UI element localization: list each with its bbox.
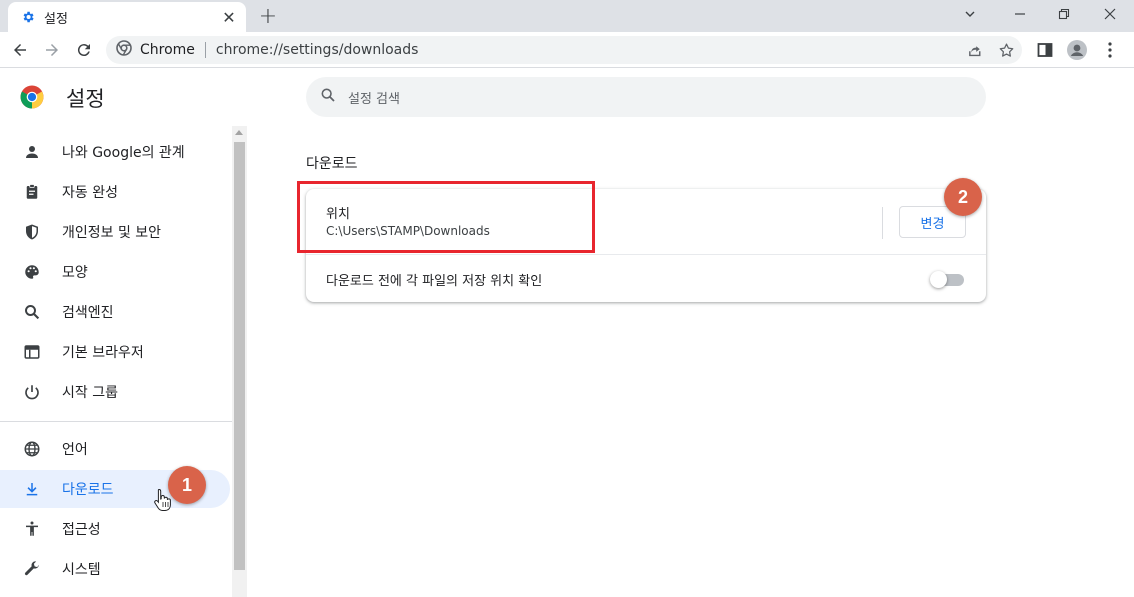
sidebar-item-default-browser[interactable]: 기본 브라우저: [0, 333, 230, 371]
person-icon: [22, 142, 42, 162]
sidebar-item-you-and-google[interactable]: 나와 Google의 관계: [0, 133, 230, 171]
site-label: Chrome: [140, 42, 195, 58]
settings-search-input[interactable]: 설정 검색: [306, 77, 986, 117]
sidebar-item-privacy[interactable]: 개인정보 및 보안: [0, 213, 230, 251]
card-divider: [306, 254, 986, 255]
globe-icon: [22, 439, 42, 459]
sidebar-item-label: 시스템: [62, 562, 101, 578]
new-tab-button[interactable]: +: [256, 4, 280, 29]
more-menu-icon[interactable]: [1097, 38, 1123, 62]
sidebar-item-search-engine[interactable]: 검색엔진: [0, 293, 230, 331]
restore-window-button[interactable]: [1042, 0, 1086, 28]
browser-icon: [22, 342, 42, 362]
sidebar-item-on-startup[interactable]: 시작 그룹: [0, 373, 230, 411]
accessibility-icon: [22, 519, 42, 539]
url-text[interactable]: chrome://settings/downloads: [216, 42, 419, 58]
sidebar-item-languages[interactable]: 언어: [0, 430, 230, 468]
address-bar[interactable]: Chrome chrome://settings/downloads: [106, 36, 1022, 64]
sidebar-item-label: 개인정보 및 보안: [62, 225, 162, 241]
page-title: 설정: [66, 87, 105, 111]
sidebar-item-label: 시작 그룹: [62, 385, 118, 401]
location-highlight-box: [297, 181, 595, 253]
toggle-knob: [930, 271, 947, 288]
reload-button[interactable]: [71, 38, 97, 62]
close-window-button[interactable]: [1088, 0, 1132, 28]
wrench-icon: [22, 559, 42, 579]
sidebar-item-label: 다운로드: [62, 482, 114, 498]
sidebar-item-system[interactable]: 시스템: [0, 550, 230, 588]
gear-icon: [20, 9, 36, 25]
share-icon[interactable]: [962, 38, 988, 62]
download-icon: [22, 479, 42, 499]
chrome-icon: [116, 40, 132, 60]
palette-icon: [22, 262, 42, 282]
row-separator: [882, 207, 883, 239]
section-title-downloads: 다운로드: [306, 156, 358, 172]
ask-where-to-save-label: 다운로드 전에 각 파일의 저장 위치 확인: [326, 274, 543, 289]
settings-sidebar: 나와 Google의 관계 자동 완성 개인정보 및 보안 모양 검색엔진 기본…: [0, 128, 232, 597]
sidebar-item-label: 언어: [62, 442, 88, 458]
power-icon: [22, 382, 42, 402]
side-panel-icon[interactable]: [1032, 38, 1058, 62]
profile-avatar-icon[interactable]: [1064, 38, 1090, 62]
tab-strip: 설정 ✕ +: [0, 0, 1134, 32]
tab-search-chevron-down-icon[interactable]: [948, 0, 992, 28]
close-tab-icon[interactable]: ✕: [220, 8, 238, 27]
sidebar-item-label: 모양: [62, 265, 88, 281]
chrome-logo-icon: [20, 85, 44, 109]
step-badge-1: 1: [168, 466, 206, 504]
search-icon: [22, 302, 42, 322]
step-badge-2: 2: [944, 178, 982, 216]
sidebar-item-label: 자동 완성: [62, 185, 118, 201]
tab-settings[interactable]: 설정 ✕: [8, 2, 246, 32]
sidebar-item-label: 접근성: [62, 522, 101, 538]
tab-title: 설정: [44, 11, 68, 27]
sidebar-item-label: 검색엔진: [62, 305, 114, 321]
forward-button[interactable]: [39, 38, 65, 62]
search-placeholder: 설정 검색: [348, 91, 400, 107]
sidebar-item-autofill[interactable]: 자동 완성: [0, 173, 230, 211]
back-button[interactable]: [7, 38, 33, 62]
sidebar-item-appearance[interactable]: 모양: [0, 253, 230, 291]
sidebar-scrollbar[interactable]: [232, 126, 247, 597]
omnibox-divider: [204, 42, 206, 58]
clipboard-icon: [22, 182, 42, 202]
sidebar-item-accessibility[interactable]: 접근성: [0, 510, 230, 548]
search-icon: [320, 87, 336, 107]
ask-where-to-save-toggle[interactable]: [930, 271, 964, 288]
shield-icon: [22, 222, 42, 242]
scrollbar-thumb[interactable]: [234, 142, 245, 570]
sidebar-item-label: 기본 브라우저: [62, 345, 144, 361]
scroll-up-arrow-icon[interactable]: [235, 130, 243, 135]
sidebar-divider: [0, 421, 232, 422]
hand-pointer-cursor-icon: [153, 488, 173, 512]
sidebar-item-label: 나와 Google의 관계: [62, 145, 185, 161]
bookmark-star-icon[interactable]: [993, 38, 1019, 62]
browser-toolbar: Chrome chrome://settings/downloads: [0, 32, 1134, 68]
minimize-window-button[interactable]: [998, 0, 1042, 28]
